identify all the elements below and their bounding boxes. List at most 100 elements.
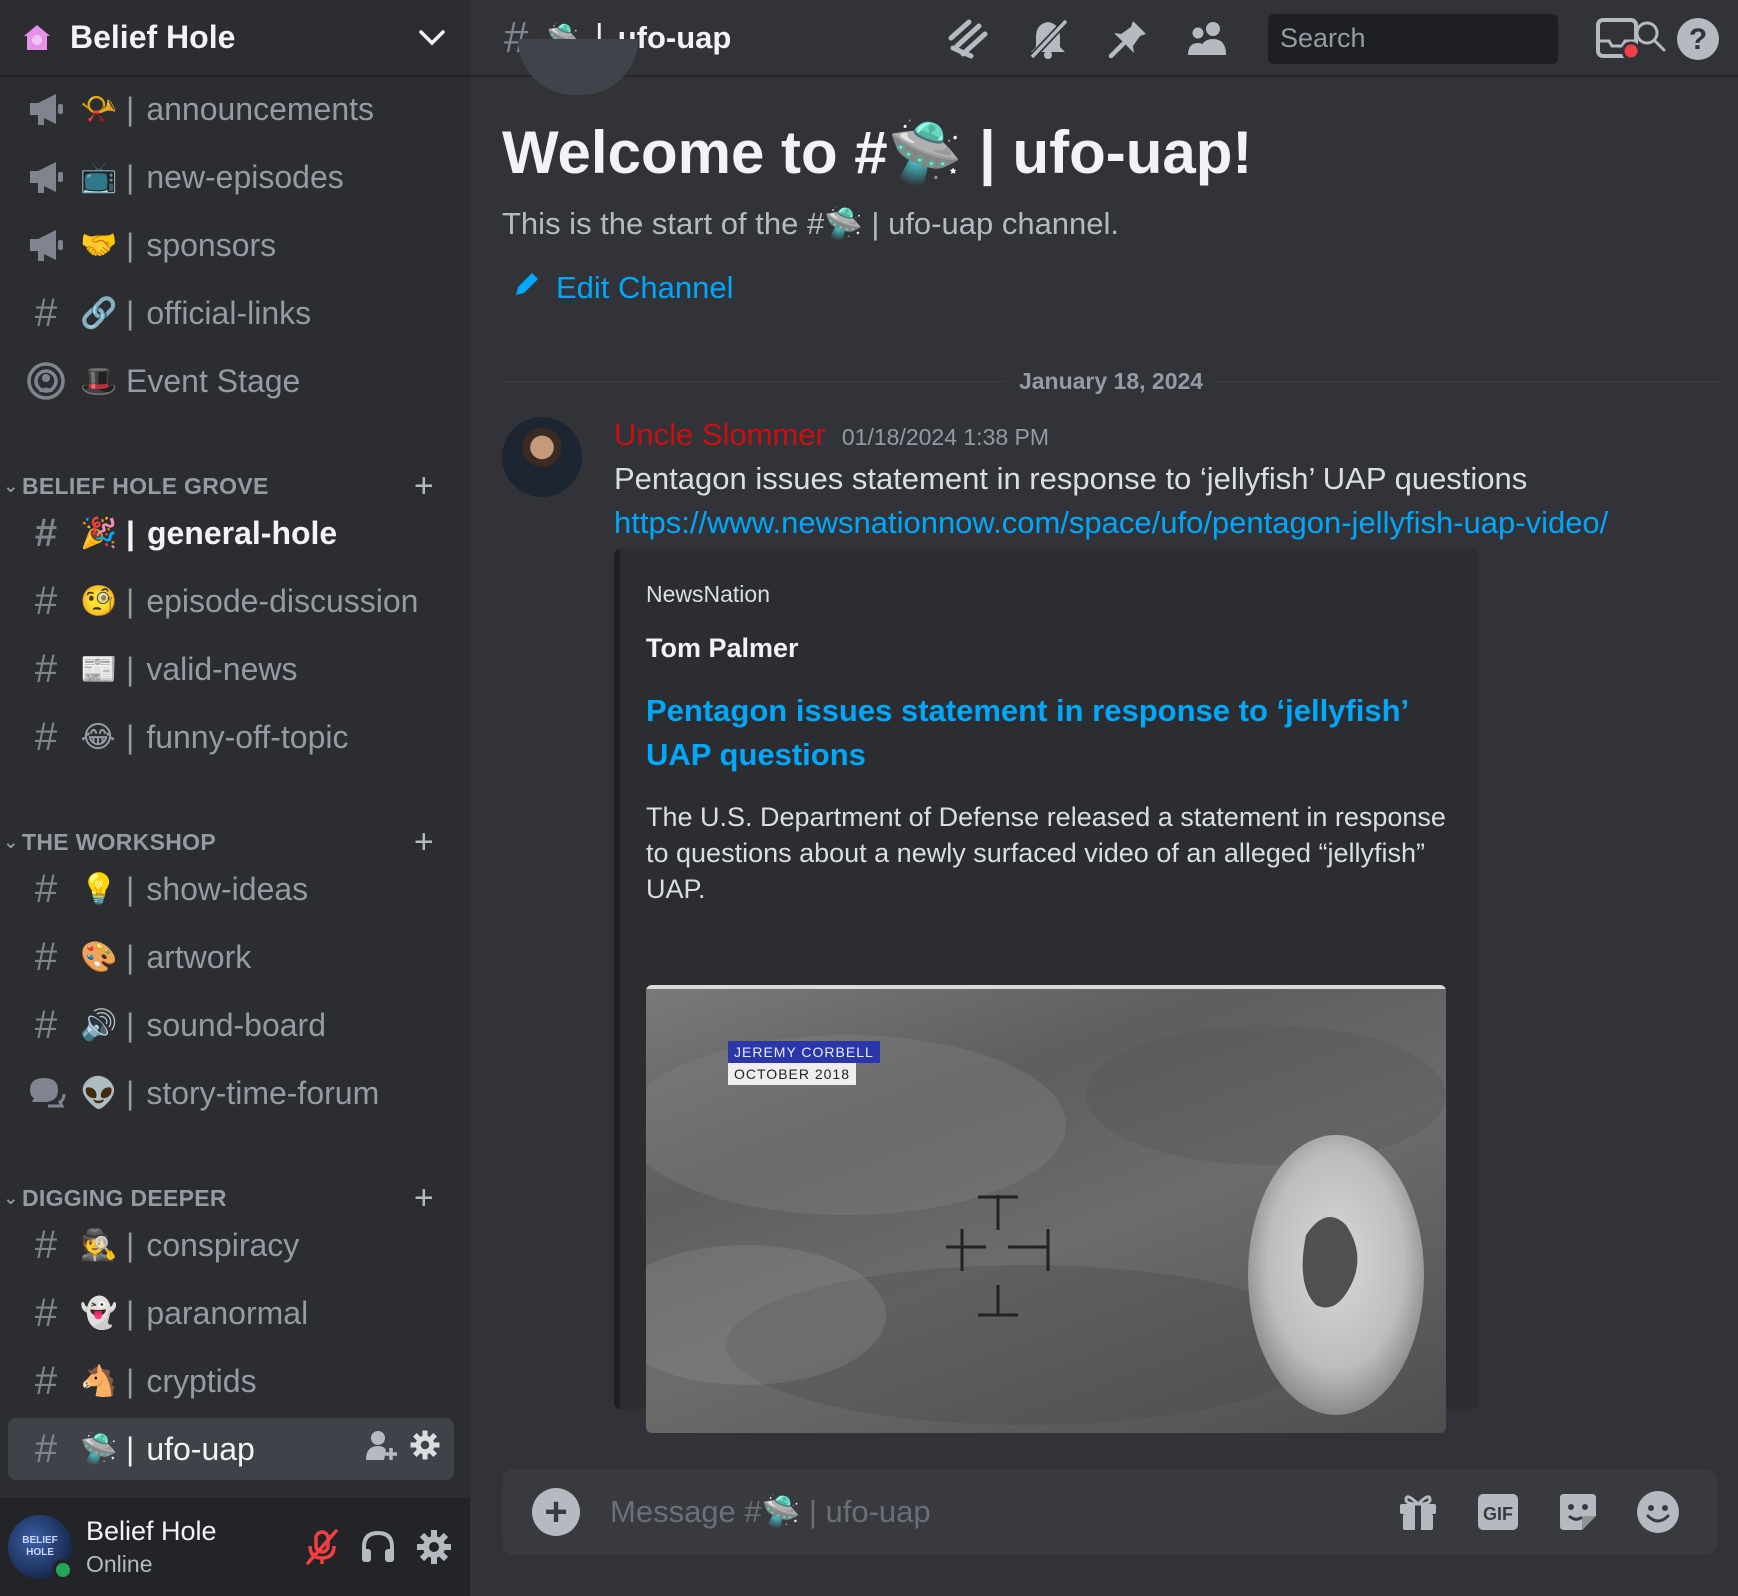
user-avatar[interactable]: BELIEF HOLE	[8, 1515, 74, 1581]
text-channel-icon: #	[34, 935, 58, 979]
channel-actions	[364, 1428, 442, 1470]
text-channel-icon: #	[34, 1427, 58, 1471]
headphones-icon[interactable]	[350, 1519, 406, 1575]
channel-item-event-stage[interactable]: 🎩 Event Stage	[8, 350, 454, 412]
pin-icon[interactable]	[1088, 11, 1168, 67]
channel-item-ufo-uap[interactable]: # 🛸 | ufo-uap	[8, 1418, 454, 1480]
channel-item-partial[interactable]: #	[8, 1486, 454, 1498]
edit-channel-label: Edit Channel	[556, 270, 734, 305]
channel-item-episode-discussion[interactable]: # 🧐 | episode-discussion	[8, 570, 454, 632]
channel-emoji: 🛸	[80, 1432, 118, 1466]
channel-label: ufo-uap	[146, 1430, 255, 1467]
text-channel-icon: #	[34, 1359, 58, 1403]
edit-channel-link[interactable]: Edit Channel	[512, 269, 734, 307]
server-header[interactable]: Belief Hole	[0, 0, 470, 77]
channel-item-new-episodes[interactable]: 📺 | new-episodes	[8, 146, 454, 208]
lower-third-name: JEREMY CORBELL	[728, 1041, 880, 1063]
server-boost-icon	[18, 19, 56, 57]
channel-emoji: 👽	[80, 1076, 118, 1110]
category-header[interactable]: ⌄ BELIEF HOLE GROVE +	[0, 466, 470, 506]
channel-separator: |	[126, 226, 135, 263]
online-status-dot	[52, 1559, 74, 1581]
category-collapse-chevron-icon: ⌄	[3, 831, 19, 852]
message-author[interactable]: Uncle Slommer	[614, 417, 826, 453]
channel-label: Event Stage	[126, 362, 301, 399]
embed-title[interactable]: Pentagon issues statement in response to…	[646, 689, 1446, 777]
channel-emoji: 📺	[80, 160, 118, 194]
channel-separator: |	[126, 938, 135, 975]
channel-list: 📯 | announcements 📺 | new-episodes 🤝 | sponsors #…	[0, 78, 470, 1498]
channel-emoji: 🔗	[80, 296, 118, 330]
svg-text:?: ?	[1689, 23, 1707, 56]
create-invite-icon[interactable]	[364, 1428, 398, 1470]
channel-item-funny-off-topic[interactable]: # 😂 | funny-off-topic	[8, 706, 454, 768]
category-header[interactable]: ⌄ THE WORKSHOP +	[0, 822, 470, 862]
member-list-icon[interactable]	[1168, 11, 1248, 67]
help-icon[interactable]: ?	[1658, 11, 1738, 67]
channel-label: valid-news	[146, 650, 298, 687]
user-names[interactable]: Belief Hole Online	[86, 1516, 294, 1578]
svg-text:GIF: GIF	[1483, 1504, 1513, 1524]
message-link[interactable]: https://www.newsnationnow.com/space/ufo/…	[614, 505, 1608, 541]
channel-label: cryptids	[146, 1362, 257, 1399]
date-divider: January 18, 2024	[502, 361, 1721, 401]
category-name: BELIEF HOLE GROVE	[22, 472, 269, 499]
channel-item-story-time-forum[interactable]: 👽 | story-time-forum	[8, 1062, 454, 1124]
link-embed: NewsNation Tom Palmer Pentagon issues st…	[614, 549, 1478, 1433]
channel-item-general-hole[interactable]: # 🎉 | general-hole	[8, 502, 454, 564]
attach-plus-button[interactable]: +	[532, 1488, 580, 1536]
channel-label: sound-board	[146, 1006, 326, 1043]
announcement-channel-icon	[24, 87, 68, 131]
channel-emoji: 🎨	[80, 940, 118, 974]
channel-emoji: 🐴	[80, 1364, 118, 1398]
channel-item-official-links[interactable]: # 🔗 | official-links	[8, 282, 454, 344]
channel-item-valid-news[interactable]: # 📰 | valid-news	[8, 638, 454, 700]
channel-separator: |	[126, 1226, 135, 1263]
message-input[interactable]	[610, 1487, 1378, 1537]
channel-emoji: 📰	[80, 652, 118, 686]
search-bar[interactable]	[1268, 13, 1666, 64]
channel-separator: |	[126, 1294, 135, 1331]
sticker-icon[interactable]	[1538, 1482, 1618, 1542]
channel-emoji: 👻	[80, 1296, 118, 1330]
date-divider-text: January 18, 2024	[1018, 367, 1204, 394]
channel-item-cryptids[interactable]: # 🐴 | cryptids	[8, 1350, 454, 1412]
channel-item-show-ideas[interactable]: # 💡 | show-ideas	[8, 858, 454, 920]
threads-icon[interactable]	[928, 11, 1008, 67]
channel-item-announcements[interactable]: 📯 | announcements	[8, 78, 454, 140]
text-channel-icon: #	[34, 291, 58, 335]
author-avatar[interactable]	[502, 417, 582, 497]
channel-item-paranormal[interactable]: # 👻 | paranormal	[8, 1282, 454, 1344]
category-header[interactable]: ⌄ DIGGING DEEPER +	[0, 1178, 470, 1218]
text-channel-icon: #	[34, 715, 58, 759]
notification-muted-icon[interactable]	[1008, 11, 1088, 67]
category-collapse-chevron-icon: ⌄	[3, 1187, 19, 1208]
gif-icon[interactable]: GIF	[1458, 1482, 1538, 1542]
channel-item-sound-board[interactable]: # 🔊 | sound-board	[8, 994, 454, 1056]
channel-settings-gear-icon[interactable]	[408, 1428, 442, 1470]
mute-mic-icon[interactable]	[294, 1519, 350, 1575]
announcement-channel-icon	[24, 155, 68, 199]
embed-image[interactable]: JEREMY CORBELL OCTOBER 2018	[646, 985, 1446, 1433]
create-channel-plus-icon[interactable]: +	[414, 823, 434, 862]
user-settings-gear-icon[interactable]	[406, 1519, 462, 1575]
user-status: Online	[86, 1551, 153, 1577]
embed-provider: NewsNation	[646, 581, 770, 607]
message-timestamp: 01/18/2024 1:38 PM	[841, 424, 1050, 450]
channel-separator: |	[126, 158, 135, 195]
channel-item-sponsors[interactable]: 🤝 | sponsors	[8, 214, 454, 276]
emoji-icon[interactable]	[1618, 1482, 1698, 1542]
stage-channel-icon	[24, 359, 68, 403]
channel-label: official-links	[146, 294, 312, 331]
text-channel-icon: #	[34, 1003, 58, 1047]
chevron-down-icon[interactable]	[412, 18, 452, 58]
create-channel-plus-icon[interactable]: +	[414, 467, 434, 506]
channel-label: story-time-forum	[146, 1074, 380, 1111]
inbox-icon[interactable]	[1578, 11, 1658, 67]
create-channel-plus-icon[interactable]: +	[414, 1179, 434, 1218]
channel-emoji: 💡	[80, 872, 118, 906]
channel-item-artwork[interactable]: # 🎨 | artwork	[8, 926, 454, 988]
channel-item-conspiracy[interactable]: # 🕵️ | conspiracy	[8, 1214, 454, 1276]
server-name: Belief Hole	[70, 19, 236, 55]
gift-icon[interactable]	[1378, 1482, 1458, 1542]
